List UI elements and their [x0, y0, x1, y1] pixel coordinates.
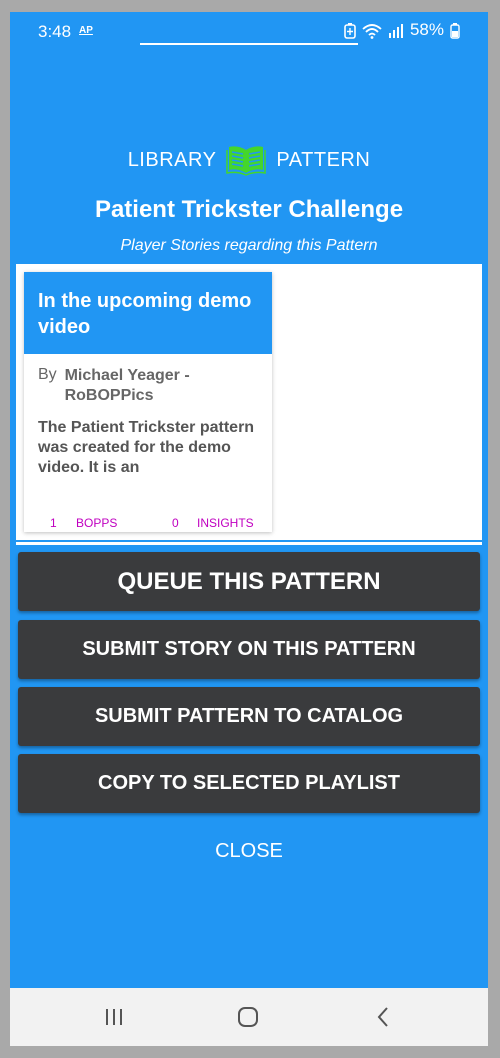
bopps-count: 1 — [50, 516, 57, 530]
library-pattern-header: LIBRARY PATTERN — [10, 144, 488, 176]
stories-list[interactable]: In the upcoming demo video By Michael Ye… — [16, 264, 482, 540]
story-excerpt: The Patient Trickster pattern was create… — [38, 419, 255, 476]
status-bar: 3:48 AP 58% — [10, 12, 488, 45]
insights-label: INSIGHTS — [197, 516, 254, 530]
close-button[interactable]: CLOSE — [10, 840, 488, 863]
app-screen: 3:48 AP 58% LIBRARY PATTERN Patient Tric… — [10, 12, 488, 1046]
bopps-label: BOPPS — [76, 516, 118, 530]
story-title: In the upcoming demo video — [24, 272, 272, 354]
battery-icon — [450, 20, 460, 40]
battery-saver-icon — [344, 20, 356, 40]
system-nav-bar — [10, 988, 488, 1046]
status-progress-line — [140, 43, 358, 45]
open-book-icon — [226, 144, 267, 176]
by-label: By — [38, 366, 57, 383]
library-label: LIBRARY — [127, 148, 217, 171]
status-time: 3:48 — [38, 22, 72, 41]
signal-icon — [388, 20, 404, 40]
copy-playlist-button[interactable]: COPY TO SELECTED PLAYLIST — [18, 754, 480, 813]
pattern-label: PATTERN — [276, 148, 371, 171]
page-subtitle: Player Stories regarding this Pattern — [120, 237, 378, 254]
status-ap-badge: AP — [79, 25, 93, 36]
story-author: Michael Yeager - RoBOPPics — [64, 367, 190, 404]
page-title: Patient Trickster Challenge — [94, 196, 404, 223]
status-icons: 58% — [344, 20, 460, 40]
story-card[interactable]: In the upcoming demo video By Michael Ye… — [24, 272, 272, 532]
home-icon[interactable] — [236, 1005, 260, 1034]
wifi-icon — [362, 20, 382, 40]
queue-pattern-button[interactable]: QUEUE THIS PATTERN — [18, 552, 480, 611]
back-icon[interactable] — [372, 1005, 396, 1034]
battery-percent: 58% — [409, 20, 444, 39]
submit-catalog-button[interactable]: SUBMIT PATTERN TO CATALOG — [18, 687, 480, 746]
story-author-row: By Michael Yeager - RoBOPPics — [24, 354, 272, 406]
divider — [16, 542, 482, 545]
insights-count: 0 — [172, 516, 179, 530]
submit-story-button[interactable]: SUBMIT STORY ON THIS PATTERN — [18, 620, 480, 679]
recent-apps-icon[interactable] — [102, 1005, 126, 1034]
